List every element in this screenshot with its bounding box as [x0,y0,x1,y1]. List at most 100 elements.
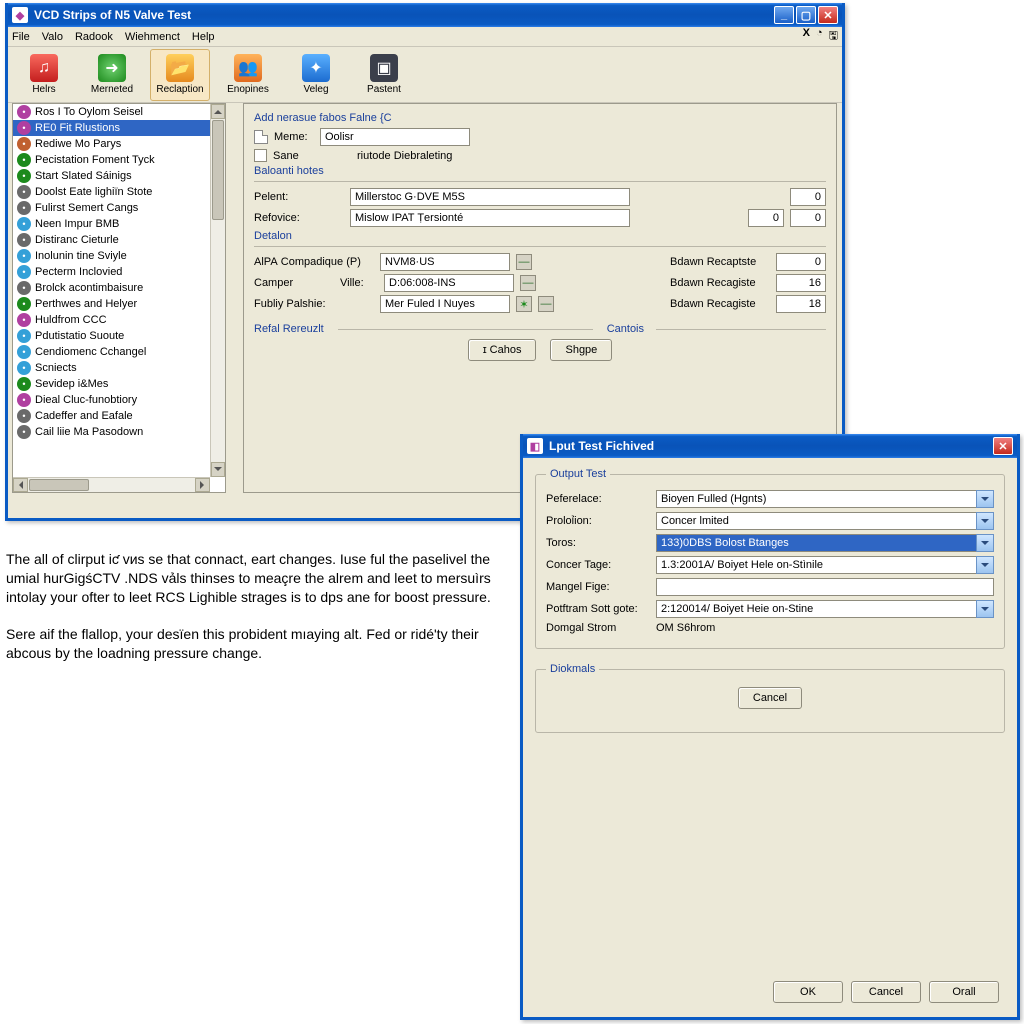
section-detalon: Detalon [254,230,826,242]
save-icon[interactable]: 🖫 [829,27,838,46]
sidebar-item[interactable]: •Rediwe Mo Parys [13,136,210,152]
dialog-combo[interactable] [656,600,994,618]
menu-help[interactable]: Help [192,31,215,43]
fubly-clear-icon[interactable]: ― [538,296,554,312]
sidebar-item[interactable]: •Huldfrom CCC [13,312,210,328]
orall-button[interactable]: Orall [929,981,999,1003]
sidebar-item[interactable]: •Cendiomenc Cchangel [13,344,210,360]
refovice-num2[interactable] [790,209,826,227]
menu-valo[interactable]: Valo [42,31,63,43]
node-icon: • [17,137,31,151]
scroll-thumb[interactable] [212,120,224,220]
sidebar-item[interactable]: •RE0 Fit Rlustions [13,120,210,136]
sidebar-item[interactable]: •Pecterm Inclovied [13,264,210,280]
minimize-button[interactable]: _ [774,6,794,24]
dialog-combo-input[interactable] [656,512,994,530]
scroll-hthumb[interactable] [29,479,89,491]
dialog-combo-input[interactable] [656,556,994,574]
pelent-input[interactable] [350,188,630,206]
bd3-input[interactable] [776,295,826,313]
ville-input[interactable] [384,274,514,292]
tool-merneted-label: Merneted [91,84,133,95]
tool-reclaption[interactable]: 📂 Reclaption [150,49,210,101]
cahos-button[interactable]: ɪ Cahos [468,339,537,361]
dialog-combo-input[interactable] [656,578,994,596]
dialog-combo[interactable] [656,578,994,596]
sidebar-horizontal-scrollbar[interactable] [13,477,210,492]
alpa-dropdown-icon[interactable]: ― [516,254,532,270]
menu-radook[interactable]: Radook [75,31,113,43]
tool-reclaption-label: Reclaption [156,84,203,95]
meme-input[interactable] [320,128,470,146]
sidebar-item[interactable]: •Cadeffer and Eafale [13,408,210,424]
scroll-up-icon[interactable] [211,104,225,119]
dialog-combo-input[interactable] [656,490,994,508]
dialog-close-button[interactable]: ✕ [993,437,1013,455]
sidebar-item[interactable]: •Sevidep i&Mes [13,376,210,392]
dialog-combo[interactable] [656,490,994,508]
chevron-down-icon[interactable] [976,600,994,618]
pelent-num[interactable] [790,188,826,206]
tool-helrs[interactable]: ♫ Helrs [14,49,74,101]
refovice-num1[interactable] [748,209,784,227]
sidebar-item[interactable]: •Dieal Cluc-funobtiory [13,392,210,408]
sidebar-item[interactable]: •Fulirst Semert Cangs [13,200,210,216]
sidebar-item[interactable]: •Scniects [13,360,210,376]
menubar: File Valo Radook Wiehmenct Help X ◔ 🖫 [8,27,842,47]
tool-veleg[interactable]: ✦ Veleg [286,49,346,101]
dialog-row-label: Mangel Fige: [546,581,656,593]
sidebar-item[interactable]: •Brolck acontimbaisure [13,280,210,296]
dialog-combo[interactable] [656,556,994,574]
diokmals-cancel-button[interactable]: Cancel [738,687,802,709]
cancel-button[interactable]: Cancel [851,981,921,1003]
dialog-combo[interactable] [656,534,994,552]
fubly-dropdown-icon[interactable]: ✶ [516,296,532,312]
maximize-button[interactable]: ▢ [796,6,816,24]
sidebar-item[interactable]: •Cail liie Ma Pasodown [13,424,210,440]
tool-enopines[interactable]: 👥 Enopines [218,49,278,101]
sidebar-item[interactable]: •Neen Impur BMB [13,216,210,232]
bd1-input[interactable] [776,253,826,271]
scroll-left-icon[interactable] [13,478,28,492]
dialog-combo-input[interactable] [656,600,994,618]
close-button[interactable]: ✕ [818,6,838,24]
dialog-combo[interactable] [656,512,994,530]
refovice-input[interactable] [350,209,630,227]
alpa-input[interactable] [380,253,510,271]
sane-checkbox[interactable] [254,149,267,162]
scroll-right-icon[interactable] [195,478,210,492]
tool-merneted[interactable]: ➜ Merneted [82,49,142,101]
shgpe-button[interactable]: Shgpe [550,339,612,361]
sidebar-item[interactable]: •Doolst Eate lighiïn Stote [13,184,210,200]
tool-helrs-label: Helrs [32,84,55,95]
sidebar-item[interactable]: •Ros I To Oylom Seisel [13,104,210,120]
scroll-down-icon[interactable] [211,462,225,477]
people-icon: 👥 [234,54,262,82]
mode-icon[interactable]: ◔ [816,27,823,46]
tool-pastent[interactable]: ▣ Pastent [354,49,414,101]
chevron-down-icon[interactable] [976,490,994,508]
section-add: Add nerasue fabos Falne {C [254,112,826,124]
menu-file[interactable]: File [12,31,30,43]
sidebar-item[interactable]: •Start Slated Sáinigs [13,168,210,184]
sidebar-list[interactable]: •Ros I To Oylom Seisel•RE0 Fit Rlustions… [13,104,210,477]
sidebar-item[interactable]: •Perthwes and Helyer [13,296,210,312]
chevron-down-icon[interactable] [976,534,994,552]
ok-button[interactable]: OK [773,981,843,1003]
bd1-label: Bdawn Recaptste [670,256,770,268]
sidebar-vertical-scrollbar[interactable] [210,104,225,477]
sidebar-item[interactable]: •Distiranc Cieturle [13,232,210,248]
sidebar-item-label: Inolunin tine Sviyle [35,250,127,262]
chevron-down-icon[interactable] [976,512,994,530]
sidebar-item[interactable]: •Pdutistatio Suoute [13,328,210,344]
sidebar-item[interactable]: •Inolunin tine Sviyle [13,248,210,264]
collapse-icon[interactable]: X [803,27,810,46]
bd2-input[interactable] [776,274,826,292]
menu-wiehmenct[interactable]: Wiehmenct [125,31,180,43]
node-icon: • [17,393,31,407]
ville-dropdown-icon[interactable]: ― [520,275,536,291]
dialog-combo-input[interactable] [656,534,994,552]
fubly-input[interactable] [380,295,510,313]
sidebar-item[interactable]: •Pecistation Foment Tyck [13,152,210,168]
chevron-down-icon[interactable] [976,556,994,574]
